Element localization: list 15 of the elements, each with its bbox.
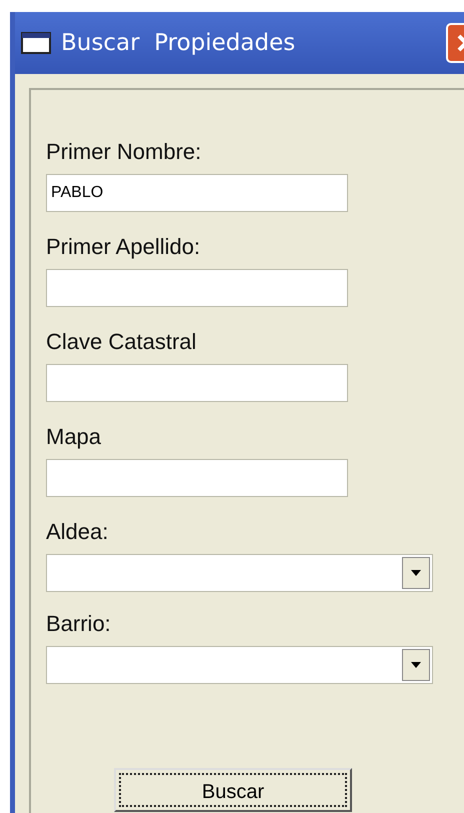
field-label: Primer Nombre: bbox=[46, 138, 202, 166]
field-label: Barrio: bbox=[46, 610, 112, 638]
window-icon bbox=[21, 32, 51, 54]
input-field[interactable]: PABLO bbox=[46, 174, 348, 212]
input-field[interactable] bbox=[46, 459, 348, 497]
field-label: Clave Catastral bbox=[46, 328, 198, 356]
input-field[interactable] bbox=[46, 364, 348, 402]
field-label: Mapa bbox=[46, 423, 102, 451]
dropdown-field[interactable] bbox=[46, 646, 433, 684]
search-button[interactable]: Buscar bbox=[114, 768, 352, 812]
dropdown-field[interactable] bbox=[46, 554, 433, 592]
field-label: Primer Apellido: bbox=[46, 233, 202, 261]
window-title: Buscar Propiedades bbox=[61, 30, 296, 56]
input-field[interactable] bbox=[46, 269, 348, 307]
field-label: Aldea: bbox=[46, 518, 110, 546]
